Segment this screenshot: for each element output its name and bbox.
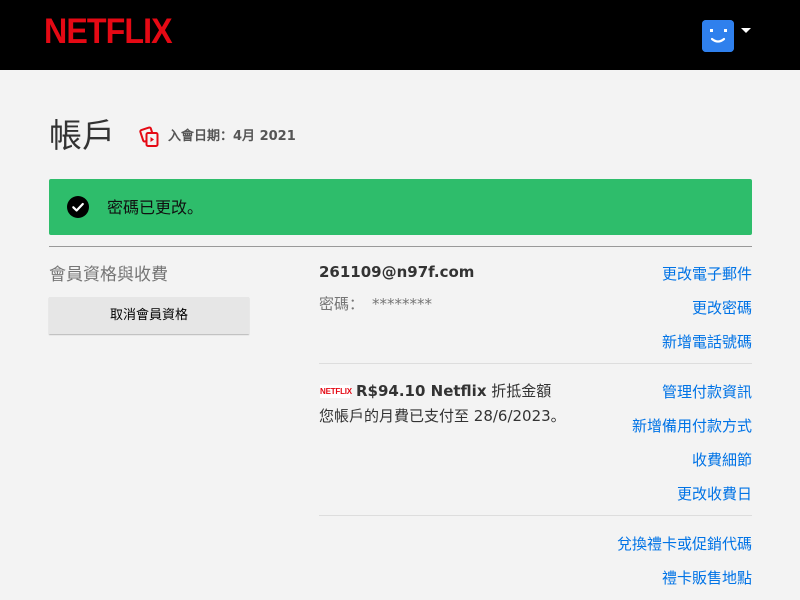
- account-divider: [319, 363, 752, 364]
- alert-message: 密碼已更改。: [107, 198, 204, 217]
- plan-price: R$94.10 Netflix: [356, 382, 487, 400]
- member-since-text: 入會日期：4月 2021: [168, 129, 296, 144]
- billing-divider: [319, 515, 752, 516]
- profile-avatar-icon[interactable]: [702, 20, 734, 52]
- manage-payment-link[interactable]: 管理付款資訊: [662, 382, 752, 402]
- account-email: 261109@n97f.com: [319, 263, 475, 281]
- success-alert: 密碼已更改。: [49, 179, 752, 235]
- top-nav-bar: NETFLIX: [0, 0, 800, 70]
- cancel-membership-button[interactable]: 取消會員資格: [49, 297, 249, 334]
- membership-section-title: 會員資格與收費: [49, 265, 168, 285]
- add-backup-payment-link[interactable]: 新增備用付款方式: [632, 416, 752, 436]
- netflix-mini-logo: NETFLIX: [320, 385, 352, 398]
- billing-details-link[interactable]: 收費細節: [692, 450, 752, 470]
- profile-menu-caret-icon[interactable]: [741, 28, 751, 33]
- change-password-link[interactable]: 更改密碼: [692, 298, 752, 318]
- netflix-logo[interactable]: NETFLIX: [44, 12, 173, 52]
- password-row: 密碼： ********: [319, 294, 432, 314]
- gift-card-retailers-link[interactable]: 禮卡販售地點: [662, 568, 752, 588]
- password-value: ********: [372, 295, 433, 313]
- member-since-icon: [139, 126, 159, 147]
- section-divider: [49, 246, 752, 247]
- change-billing-date-link[interactable]: 更改收費日: [677, 484, 752, 504]
- check-circle-icon: [67, 196, 89, 218]
- plan-price-line: R$94.10 Netflix 折抵金額: [356, 381, 551, 401]
- add-phone-link[interactable]: 新增電話號碼: [662, 332, 752, 352]
- password-label: 密碼：: [319, 295, 365, 313]
- paid-until-text: 您帳戶的月費已支付至 28/6/2023。: [319, 407, 566, 425]
- plan-price-suffix: 折抵金額: [491, 382, 552, 400]
- change-email-link[interactable]: 更改電子郵件: [662, 264, 752, 284]
- redeem-gift-link[interactable]: 兌換禮卡或促銷代碼: [617, 534, 752, 554]
- page-title: 帳戶: [49, 116, 115, 155]
